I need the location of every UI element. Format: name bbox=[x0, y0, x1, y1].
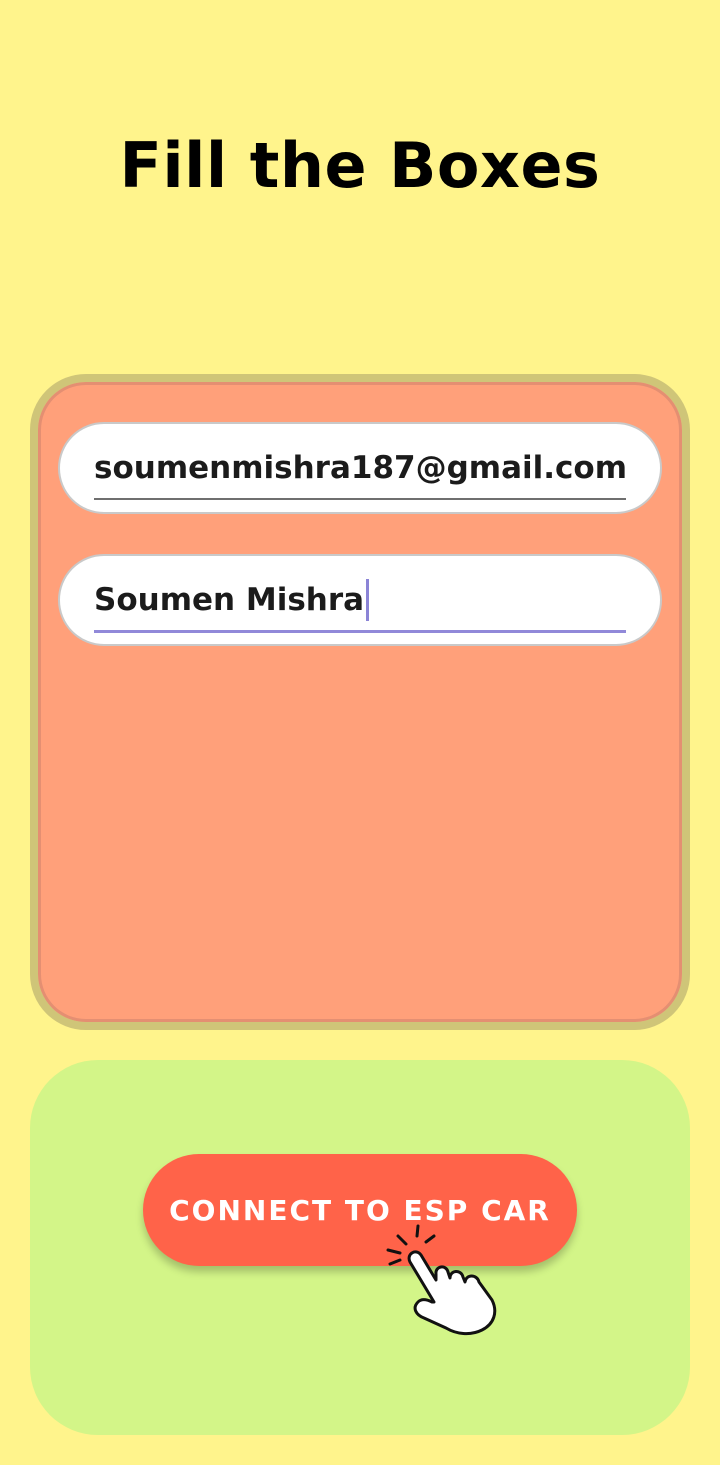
name-field[interactable]: Soumen Mishra bbox=[58, 554, 662, 646]
name-field-underline bbox=[94, 630, 626, 633]
tap-hand-icon bbox=[386, 1224, 497, 1336]
email-field[interactable]: soumenmishra187@gmail.com bbox=[58, 422, 662, 514]
connect-button[interactable]: CONNECT TO ESP CAR bbox=[143, 1154, 577, 1266]
text-caret bbox=[366, 578, 370, 621]
page-title: Fill the Boxes bbox=[119, 129, 601, 202]
email-field-value: soumenmishra187@gmail.com bbox=[94, 450, 627, 486]
email-field-underline bbox=[94, 498, 626, 500]
name-field-value: Soumen Mishra bbox=[94, 582, 365, 618]
name-field-value-wrapper: Soumen Mishra bbox=[94, 578, 370, 623]
